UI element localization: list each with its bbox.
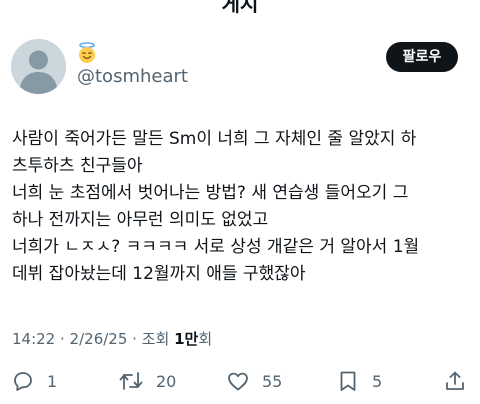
tweet-detail-page: 게시 @tosmheart 팔로우 사람이 죽어가든 말든 Sm이 너희 그 자… [0, 0, 480, 404]
bookmark-button[interactable]: 5 [336, 366, 382, 396]
avatar[interactable] [11, 39, 66, 94]
smiling-face-with-halo-icon [76, 42, 98, 64]
views-suffix: 회 [198, 330, 213, 348]
heart-icon [228, 372, 248, 391]
share-icon [446, 371, 464, 390]
retweet-button[interactable]: 20 [118, 366, 176, 396]
tweet-text: 사람이 죽어가든 말든 Sm이 너희 그 자체인 줄 알았지 하 츠투하츠 친구… [12, 126, 472, 288]
like-button[interactable]: 55 [226, 366, 282, 396]
reply-button[interactable]: 1 [11, 366, 57, 396]
views-count: 1만 [174, 330, 199, 348]
tweet-actions: 1 20 55 5 [0, 366, 480, 396]
default-profile-icon [11, 39, 66, 94]
bookmark-count: 5 [372, 371, 383, 391]
views-label: 조회 [141, 330, 175, 348]
reply-icon [14, 372, 32, 391]
tweet-line: 츠투하츠 친구들아 [12, 156, 143, 176]
page-title: 게시 [221, 0, 259, 16]
like-count: 55 [262, 371, 283, 391]
meta-separator: · [55, 330, 70, 348]
tweet-meta: 14:22 · 2/26/25 · 조회 1만회 [12, 328, 212, 349]
retweet-icon [119, 372, 143, 390]
tweet-time[interactable]: 14:22 [12, 330, 55, 348]
author-handle[interactable]: @tosmheart [77, 66, 188, 87]
bookmark-icon [340, 371, 356, 391]
meta-separator: · [127, 330, 142, 348]
tweet-line: 사람이 죽어가든 말든 Sm이 너희 그 자체인 줄 알았지 하 [12, 129, 417, 149]
tweet-line: 데뷔 잡아놨는데 12월까지 애들 구했잖아 [12, 264, 306, 284]
share-button[interactable] [443, 366, 467, 396]
tweet-line: 하나 전까지는 아무런 의미도 없었고 [12, 210, 269, 230]
tweet-line: 너희 눈 초점에서 벗어나는 방법? 새 연습생 들어오기 그 [12, 183, 409, 203]
tweet-date[interactable]: 2/26/25 [70, 330, 128, 348]
retweet-count: 20 [156, 371, 177, 391]
follow-button[interactable]: 팔로우 [386, 42, 458, 72]
tweet-line: 너희가 ㄴㅈㅅ? ㅋㅋㅋㅋ 서로 상성 개같은 거 알아서 1월 [12, 237, 420, 257]
reply-count: 1 [47, 371, 58, 391]
